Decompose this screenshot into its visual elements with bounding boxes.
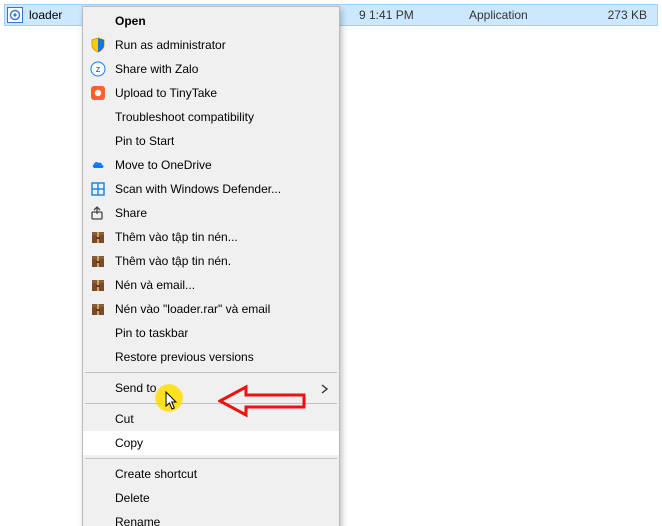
blank-icon (89, 348, 107, 366)
winrar-icon (89, 276, 107, 294)
menu-item-rename[interactable]: Rename (83, 510, 339, 526)
menu-separator (85, 458, 337, 459)
blank-icon (89, 513, 107, 526)
menu-item-label: Thêm vào tập tin nén... (115, 230, 238, 244)
blank-icon (89, 489, 107, 507)
winrar-icon (89, 228, 107, 246)
menu-item-label: Upload to TinyTake (115, 86, 217, 100)
blank-icon (89, 434, 107, 452)
blank-icon (89, 465, 107, 483)
menu-item-label: Move to OneDrive (115, 158, 212, 172)
menu-item-cut[interactable]: Cut (83, 407, 339, 431)
menu-item-open[interactable]: Open (83, 9, 339, 33)
menu-item-th-m-v-o-t-p-tin-n-n[interactable]: Thêm vào tập tin nén... (83, 225, 339, 249)
menu-item-label: Nén và email... (115, 278, 195, 292)
menu-item-create-shortcut[interactable]: Create shortcut (83, 462, 339, 486)
menu-item-th-m-v-o-t-p-tin-n-n[interactable]: Thêm vào tập tin nén. (83, 249, 339, 273)
menu-item-move-to-onedrive[interactable]: Move to OneDrive (83, 153, 339, 177)
menu-item-label: Rename (115, 515, 160, 526)
context-menu: Open Run as administrator Z Share with Zalo… (82, 6, 340, 526)
menu-item-share[interactable]: Share (83, 201, 339, 225)
blank-icon (89, 410, 107, 428)
blank-icon (89, 379, 107, 397)
share-icon (89, 204, 107, 222)
menu-item-label: Share with Zalo (115, 62, 198, 76)
menu-item-upload-to-tinytake[interactable]: Upload to TinyTake (83, 81, 339, 105)
menu-item-label: Open (115, 14, 146, 28)
menu-item-pin-to-taskbar[interactable]: Pin to taskbar (83, 321, 339, 345)
shield-icon (89, 36, 107, 54)
onedrive-icon (89, 156, 107, 174)
menu-item-label: Cut (115, 412, 134, 426)
menu-item-label: Create shortcut (115, 467, 197, 481)
menu-item-label: Send to (115, 381, 156, 395)
menu-item-share-with-zalo[interactable]: Z Share with Zalo (83, 57, 339, 81)
blank-icon (89, 12, 107, 30)
menu-item-pin-to-start[interactable]: Pin to Start (83, 129, 339, 153)
blank-icon (89, 108, 107, 126)
winrar-icon (89, 300, 107, 318)
menu-item-label: Thêm vào tập tin nén. (115, 254, 231, 268)
menu-item-troubleshoot-compatibility[interactable]: Troubleshoot compatibility (83, 105, 339, 129)
tinytake-icon (89, 84, 107, 102)
app-icon (7, 7, 23, 23)
zalo-icon: Z (89, 60, 107, 78)
menu-item-label: Share (115, 206, 147, 220)
menu-item-run-as-administrator[interactable]: Run as administrator (83, 33, 339, 57)
svg-text:Z: Z (96, 67, 101, 74)
winrar-icon (89, 252, 107, 270)
menu-item-send-to[interactable]: Send to (83, 376, 339, 400)
menu-item-label: Nén vào "loader.rar" và email (115, 302, 270, 316)
menu-item-label: Troubleshoot compatibility (115, 110, 254, 124)
menu-item-label: Run as administrator (115, 38, 226, 52)
menu-separator (85, 372, 337, 373)
chevron-right-icon (321, 383, 329, 397)
menu-item-label: Copy (115, 436, 143, 450)
menu-item-restore-previous-versions[interactable]: Restore previous versions (83, 345, 339, 369)
file-date: 9 1:41 PM (359, 8, 469, 22)
menu-item-label: Delete (115, 491, 150, 505)
menu-item-label: Scan with Windows Defender... (115, 182, 281, 196)
menu-item-copy[interactable]: Copy (83, 431, 339, 455)
blank-icon (89, 324, 107, 342)
blank-icon (89, 132, 107, 150)
menu-separator (85, 403, 337, 404)
menu-item-label: Pin to taskbar (115, 326, 188, 340)
menu-item-scan-with-windows-defender[interactable]: Scan with Windows Defender... (83, 177, 339, 201)
file-type: Application (469, 8, 599, 22)
menu-item-n-n-v-o-loader-rar-v-email[interactable]: Nén vào "loader.rar" và email (83, 297, 339, 321)
menu-item-label: Restore previous versions (115, 350, 254, 364)
menu-item-n-n-v-email[interactable]: Nén và email... (83, 273, 339, 297)
menu-item-label: Pin to Start (115, 134, 174, 148)
defender-icon (89, 180, 107, 198)
menu-item-delete[interactable]: Delete (83, 486, 339, 510)
file-size: 273 KB (599, 8, 657, 22)
